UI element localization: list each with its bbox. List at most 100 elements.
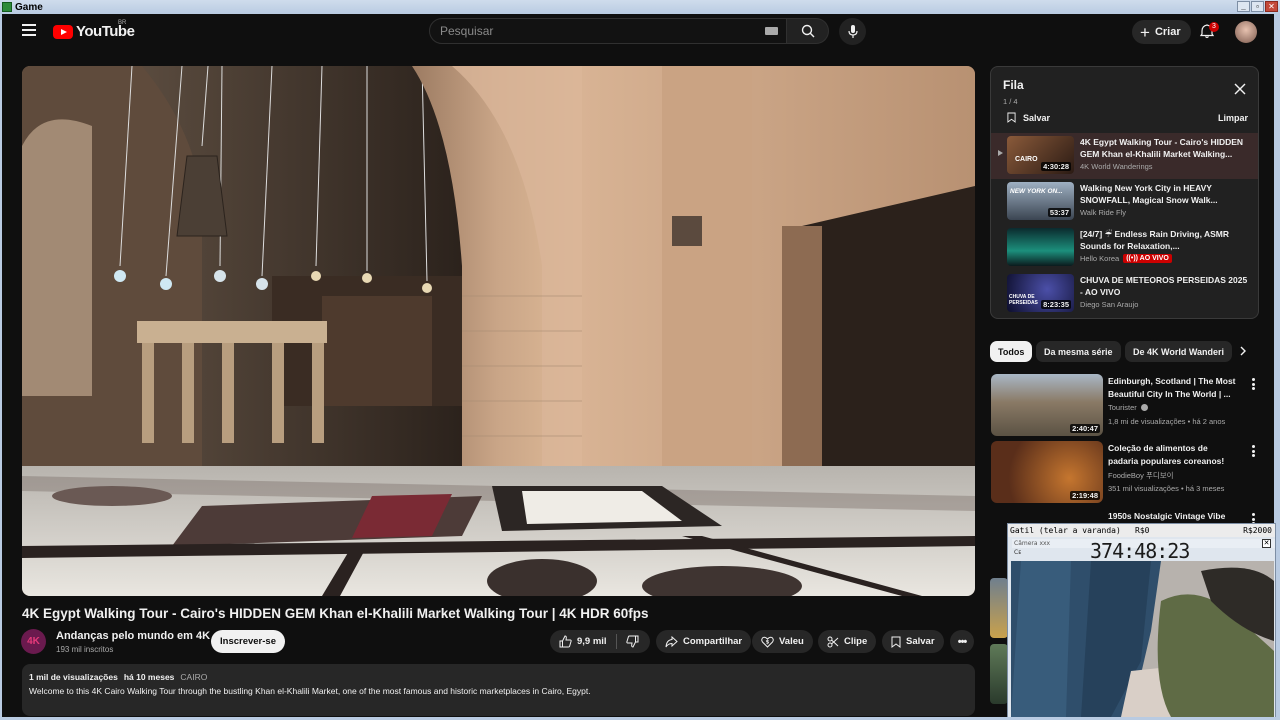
queue-channel-name: Hello Korea [1080, 254, 1120, 263]
chip-same-series[interactable]: Da mesma série [1036, 341, 1121, 362]
camera-feed [1011, 561, 1274, 717]
queue-clear-button[interactable]: Limpar [1218, 113, 1248, 123]
like-divider [615, 634, 617, 649]
thanks-heart-icon: $ [761, 636, 774, 648]
window-frame-left [0, 14, 2, 720]
more-vertical-icon[interactable] [1252, 445, 1255, 457]
queue-channel-name: Diego San Araujo [1080, 300, 1139, 309]
channel-avatar[interactable]: 4K [21, 629, 46, 654]
recommendation-channel: FoodieBoy 푸디보이 [1108, 470, 1174, 481]
video-frame [22, 66, 975, 596]
channel-name[interactable]: Andanças pelo mundo em 4K [56, 630, 210, 642]
camera-feed-image [1011, 561, 1274, 717]
partial-thumbnail[interactable] [990, 644, 1008, 704]
thanks-button[interactable]: $ Valeu [752, 630, 813, 653]
bookmark-icon [891, 636, 901, 648]
queue-channel-name: Walk Ride Fly [1080, 208, 1126, 217]
clip-button[interactable]: Clipe [818, 630, 877, 653]
recommendation-channel-name: Tourister [1108, 403, 1137, 412]
queue-item[interactable]: CHUVA DE PERSEIDAS 8:23:35 CHUVA DE METE… [991, 271, 1258, 317]
recommendation-item[interactable]: 2:40:47 Edinburgh, Scotland | The Most B… [990, 374, 1260, 438]
recommendation-thumbnail: 2:19:48 [991, 441, 1103, 503]
video-title: 4K Egypt Walking Tour - Cairo's HIDDEN G… [22, 606, 649, 621]
recommendation-title: Coleção de alimentos de padaria populare… [1108, 443, 1225, 466]
save-button[interactable]: Salvar [882, 630, 944, 653]
recommendation-title: Edinburgh, Scotland | The Most Beautiful… [1108, 376, 1236, 399]
dislike-icon[interactable] [625, 635, 639, 648]
queue-thumb-text: CHUVA DE PERSEIDAS [1009, 294, 1038, 306]
close-icon[interactable] [1234, 83, 1246, 95]
location-tag[interactable]: CAIRO [180, 672, 207, 682]
queue-item[interactable]: NEW YORK ON... 53:37 Walking New York Ci… [991, 179, 1258, 225]
youtube-play-icon [53, 24, 73, 39]
queue-item[interactable]: [24/7] ☔ Endless Rain Driving, ASMR Soun… [991, 225, 1258, 271]
more-horizontal-icon: ••• [957, 635, 968, 648]
like-dislike-group: 9,9 mil [550, 630, 650, 653]
plus-icon: + [1140, 22, 1150, 42]
minimize-icon[interactable]: _ [1237, 1, 1250, 12]
create-button[interactable]: + Criar [1132, 20, 1191, 44]
queue-thumbnail [1007, 228, 1074, 266]
chip-all[interactable]: Todos [990, 341, 1033, 362]
more-vertical-icon[interactable] [1252, 378, 1255, 390]
now-playing-icon [998, 150, 1003, 156]
user-avatar[interactable] [1235, 21, 1257, 43]
like-count[interactable]: 9,9 mil [577, 636, 607, 647]
queue-save-button[interactable]: Salvar [1007, 112, 1050, 123]
search-icon [801, 24, 814, 38]
chip-from-channel[interactable]: De 4K World Wanderi [1125, 341, 1233, 362]
search-input[interactable] [440, 24, 740, 38]
share-label: Compartilhar [683, 636, 743, 647]
bookmark-icon [1007, 112, 1016, 123]
recommendation-channel: Tourister [1108, 403, 1148, 412]
share-icon [665, 635, 678, 647]
share-button[interactable]: Compartilhar [656, 630, 752, 653]
hamburger-menu-icon[interactable] [22, 24, 36, 36]
subscribe-button[interactable]: Inscrever-se [211, 630, 285, 653]
queue-thumb-text: NEW YORK ON... [1010, 188, 1063, 195]
close-window-icon[interactable]: ✕ [1265, 1, 1278, 12]
queue-duration: 53:37 [1047, 208, 1071, 217]
queue-item-channel: 4K World Wanderings [1080, 162, 1153, 171]
recommendation-channel-name: FoodieBoy 푸디보이 [1108, 471, 1174, 480]
notification-count-badge: 3 [1209, 22, 1219, 32]
description-box[interactable]: 1 mil de visualizações há 10 meses CAIRO… [22, 664, 975, 716]
maximize-icon[interactable]: ▫ [1251, 1, 1264, 12]
recommendation-duration: 2:19:48 [1070, 491, 1100, 500]
chevron-right-icon[interactable] [1237, 345, 1249, 357]
recommendation-duration: 2:40:47 [1070, 424, 1100, 433]
recommendation-meta: 351 mil visualizações • há 3 meses [1108, 484, 1225, 493]
queue-item-channel: Diego San Araujo [1080, 300, 1138, 309]
queue-duration: 8:23:35 [1041, 300, 1071, 309]
queue-thumbnail: CHUVA DE PERSEIDAS 8:23:35 [1007, 274, 1074, 312]
queue-panel: Fila 1 / 4 Salvar Limpar CAIRO 4:30:28 4… [990, 66, 1259, 319]
queue-item[interactable]: CAIRO 4:30:28 4K Egypt Walking Tour - Ca… [991, 133, 1258, 179]
queue-thumbnail: NEW YORK ON... 53:37 [1007, 182, 1074, 220]
queue-thumbnail: CAIRO 4:30:28 [1007, 136, 1074, 174]
like-icon[interactable] [559, 635, 572, 648]
keyboard-icon[interactable] [765, 27, 778, 35]
video-player[interactable] [22, 66, 975, 596]
queue-item-channel: Hello Korea ((•)) AO VIVO [1080, 254, 1172, 263]
partial-thumbnail[interactable] [990, 578, 1008, 638]
upload-age: há 10 meses [123, 672, 175, 682]
goal-current: R$0 [1135, 526, 1150, 535]
stream-overlay-widget: Gatil (telar a varanda) R$0 R$2000 Câmer… [1007, 523, 1276, 720]
queue-position: 1 / 4 [1003, 97, 1018, 106]
camera-close-icon[interactable]: ✕ [1262, 539, 1271, 548]
recommendation-item[interactable]: 2:19:48 Coleção de alimentos de padaria … [990, 441, 1260, 505]
thanks-label: Valeu [779, 636, 804, 647]
voice-search-button[interactable] [839, 18, 866, 45]
queue-save-label: Salvar [1023, 112, 1051, 123]
scissors-icon [827, 636, 839, 647]
goal-label: Gatil (telar a varanda) [1010, 526, 1121, 535]
clip-label: Clipe [844, 636, 868, 647]
recommendation-meta: 1,8 mi de visualizações • há 2 anos [1108, 417, 1226, 426]
description-meta: 1 mil de visualizações há 10 meses CAIRO [29, 672, 968, 682]
queue-item-title: CHUVA DE METEOROS PERSEIDAS 2025 - AO VI… [1080, 275, 1248, 297]
more-actions-button[interactable]: ••• [950, 630, 974, 653]
verified-icon [1140, 404, 1148, 411]
queue-item-channel: Walk Ride Fly [1080, 208, 1126, 217]
search-button[interactable] [787, 18, 829, 44]
goal-target: R$2000 [1243, 526, 1272, 535]
